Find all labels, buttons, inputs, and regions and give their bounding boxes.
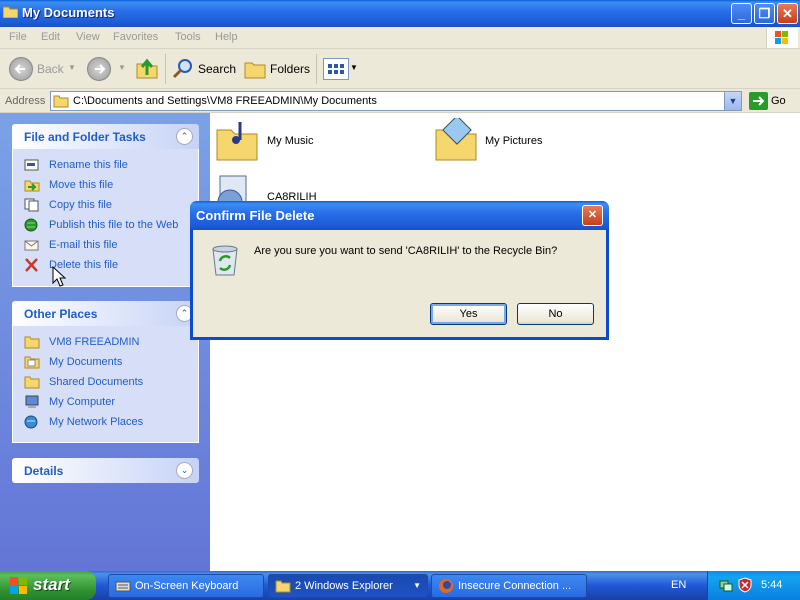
search-button[interactable]: Search	[198, 62, 236, 76]
close-button[interactable]: ✕	[777, 3, 798, 24]
folders-icon[interactable]	[243, 58, 267, 80]
file-folder-tasks-title: File and Folder Tasks	[24, 130, 146, 144]
no-button[interactable]: No	[517, 303, 594, 325]
dialog-title-bar[interactable]: Confirm File Delete ✕	[190, 201, 609, 230]
other-places-header[interactable]: Other Places ⌃	[12, 301, 199, 326]
address-value: C:\Documents and Settings\VM8 FREEADMIN\…	[73, 95, 377, 107]
taskbar-button-firefox[interactable]: Insecure Connection ...	[431, 574, 587, 598]
go-arrow-icon[interactable]	[749, 92, 768, 110]
up-folder-icon[interactable]	[134, 55, 160, 81]
file-label: My Pictures	[485, 135, 543, 147]
publish-web-icon	[24, 218, 40, 232]
recycle-bin-icon	[209, 243, 241, 277]
folder-icon	[2, 5, 19, 19]
address-dropdown-icon[interactable]: ▼	[724, 92, 741, 110]
security-shield-icon[interactable]	[737, 577, 753, 593]
network-icon[interactable]	[718, 577, 734, 593]
menu-bar: File Edit View Favorites Tools Help	[0, 27, 800, 49]
maximize-button[interactable]: ❐	[754, 3, 775, 24]
menu-help[interactable]: Help	[215, 31, 238, 43]
go-button[interactable]: Go	[771, 95, 786, 107]
rename-icon	[24, 158, 40, 172]
address-label: Address	[5, 95, 46, 107]
move-icon	[24, 178, 40, 192]
views-icon[interactable]	[323, 58, 349, 80]
views-dropdown-icon[interactable]: ▼	[350, 63, 358, 72]
folder-icon	[53, 94, 69, 108]
expand-chevron-icon[interactable]: ⌄	[176, 462, 193, 479]
search-icon[interactable]	[171, 57, 195, 81]
confirm-delete-dialog: Confirm File Delete ✕ Are you sure you w…	[190, 201, 609, 340]
network-places-icon	[24, 415, 40, 429]
delete-icon	[24, 258, 40, 272]
system-tray: 5:44	[707, 571, 800, 600]
other-places-panel: VM8 FREEADMIN My Documents Shared Docume…	[12, 326, 199, 443]
toolbar-separator	[316, 54, 317, 84]
back-dropdown-icon[interactable]: ▼	[68, 63, 76, 72]
file-label: My Music	[267, 135, 314, 147]
clock[interactable]: 5:44	[761, 579, 782, 591]
windows-logo-icon	[9, 576, 29, 595]
address-input[interactable]: C:\Documents and Settings\VM8 FREEADMIN\…	[50, 91, 742, 111]
menu-edit[interactable]: Edit	[41, 31, 60, 43]
details-header[interactable]: Details ⌄	[12, 458, 199, 483]
email-icon	[24, 238, 40, 252]
forward-arrow-icon[interactable]	[87, 57, 111, 81]
title-bar[interactable]: My Documents _ ❐ ✕	[0, 0, 800, 27]
details-title: Details	[24, 464, 64, 478]
file-folder-tasks-header[interactable]: File and Folder Tasks ⌃	[12, 124, 199, 149]
forward-dropdown-icon[interactable]: ▼	[118, 63, 126, 72]
taskbar-button-keyboard[interactable]: On-Screen Keyboard	[108, 574, 264, 598]
taskbar-button-explorer[interactable]: 2 Windows Explorer ▼	[268, 574, 428, 598]
minimize-button[interactable]: _	[731, 3, 752, 24]
taskbar: start On-Screen Keyboard 2 Windows Explo…	[0, 571, 800, 600]
firefox-icon	[438, 578, 454, 594]
address-bar: Address C:\Documents and Settings\VM8 FR…	[0, 89, 800, 113]
back-button[interactable]: Back	[37, 62, 64, 76]
other-places-title: Other Places	[24, 307, 98, 321]
language-indicator[interactable]: EN	[671, 579, 686, 591]
menu-file[interactable]: File	[9, 31, 27, 43]
folder-icon	[24, 375, 40, 389]
back-arrow-icon[interactable]	[9, 57, 33, 81]
file-folder-tasks-panel: Rename this file Move this file Copy thi…	[12, 149, 199, 287]
folder-icon	[24, 335, 40, 349]
windows-logo-icon	[766, 28, 798, 48]
dialog-message: Are you sure you want to send 'CA8RILIH'…	[254, 245, 558, 257]
window-title: My Documents	[22, 5, 115, 20]
yes-button[interactable]: Yes	[430, 303, 507, 325]
start-button[interactable]: start	[0, 571, 96, 600]
start-label: start	[33, 575, 70, 594]
keyboard-icon	[115, 579, 131, 593]
mouse-cursor-icon	[52, 265, 67, 288]
toolbar-separator	[165, 54, 166, 84]
collapse-chevron-icon[interactable]: ⌃	[176, 128, 193, 145]
toolbar: Back ▼ ▼ Search Folders ▼	[0, 49, 800, 89]
menu-view[interactable]: View	[76, 31, 100, 43]
dialog-close-button[interactable]: ✕	[582, 205, 603, 226]
my-computer-icon	[24, 395, 40, 409]
group-dropdown-icon[interactable]: ▼	[413, 581, 421, 590]
folder-icon	[275, 579, 291, 593]
pictures-folder-icon	[433, 115, 479, 164]
menu-tools[interactable]: Tools	[175, 31, 201, 43]
my-documents-icon	[24, 355, 40, 369]
music-folder-icon	[214, 118, 260, 164]
copy-icon	[24, 198, 40, 212]
folders-button[interactable]: Folders	[270, 62, 310, 76]
dialog-title: Confirm File Delete	[196, 208, 315, 223]
menu-favorites[interactable]: Favorites	[113, 31, 158, 43]
